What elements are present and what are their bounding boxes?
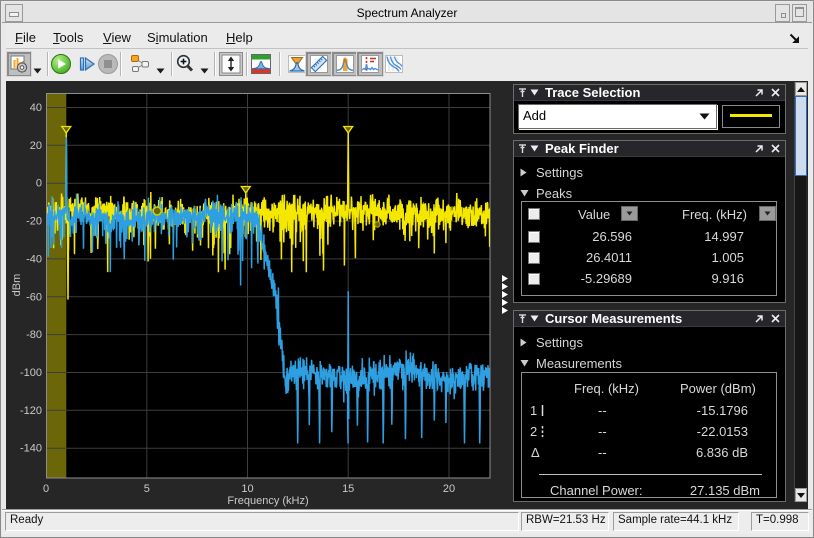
svg-text:-40: -40 [26, 253, 42, 265]
svg-text:0: 0 [36, 178, 42, 190]
svg-text:10: 10 [241, 483, 253, 495]
svg-text:5: 5 [144, 483, 150, 495]
svg-text:20: 20 [30, 140, 42, 152]
svg-text:15: 15 [342, 483, 354, 495]
svg-text:-140: -140 [20, 443, 42, 455]
svg-text:Frequency (kHz): Frequency (kHz) [227, 495, 308, 507]
svg-text:-120: -120 [20, 405, 42, 417]
svg-text:-100: -100 [20, 367, 42, 379]
svg-text:-60: -60 [26, 291, 42, 303]
svg-text:dBm: dBm [11, 274, 23, 297]
svg-text:40: 40 [30, 102, 42, 114]
svg-text:-80: -80 [26, 329, 42, 341]
svg-text:20: 20 [443, 483, 455, 495]
svg-text:-20: -20 [26, 216, 42, 228]
svg-text:0: 0 [43, 483, 49, 495]
